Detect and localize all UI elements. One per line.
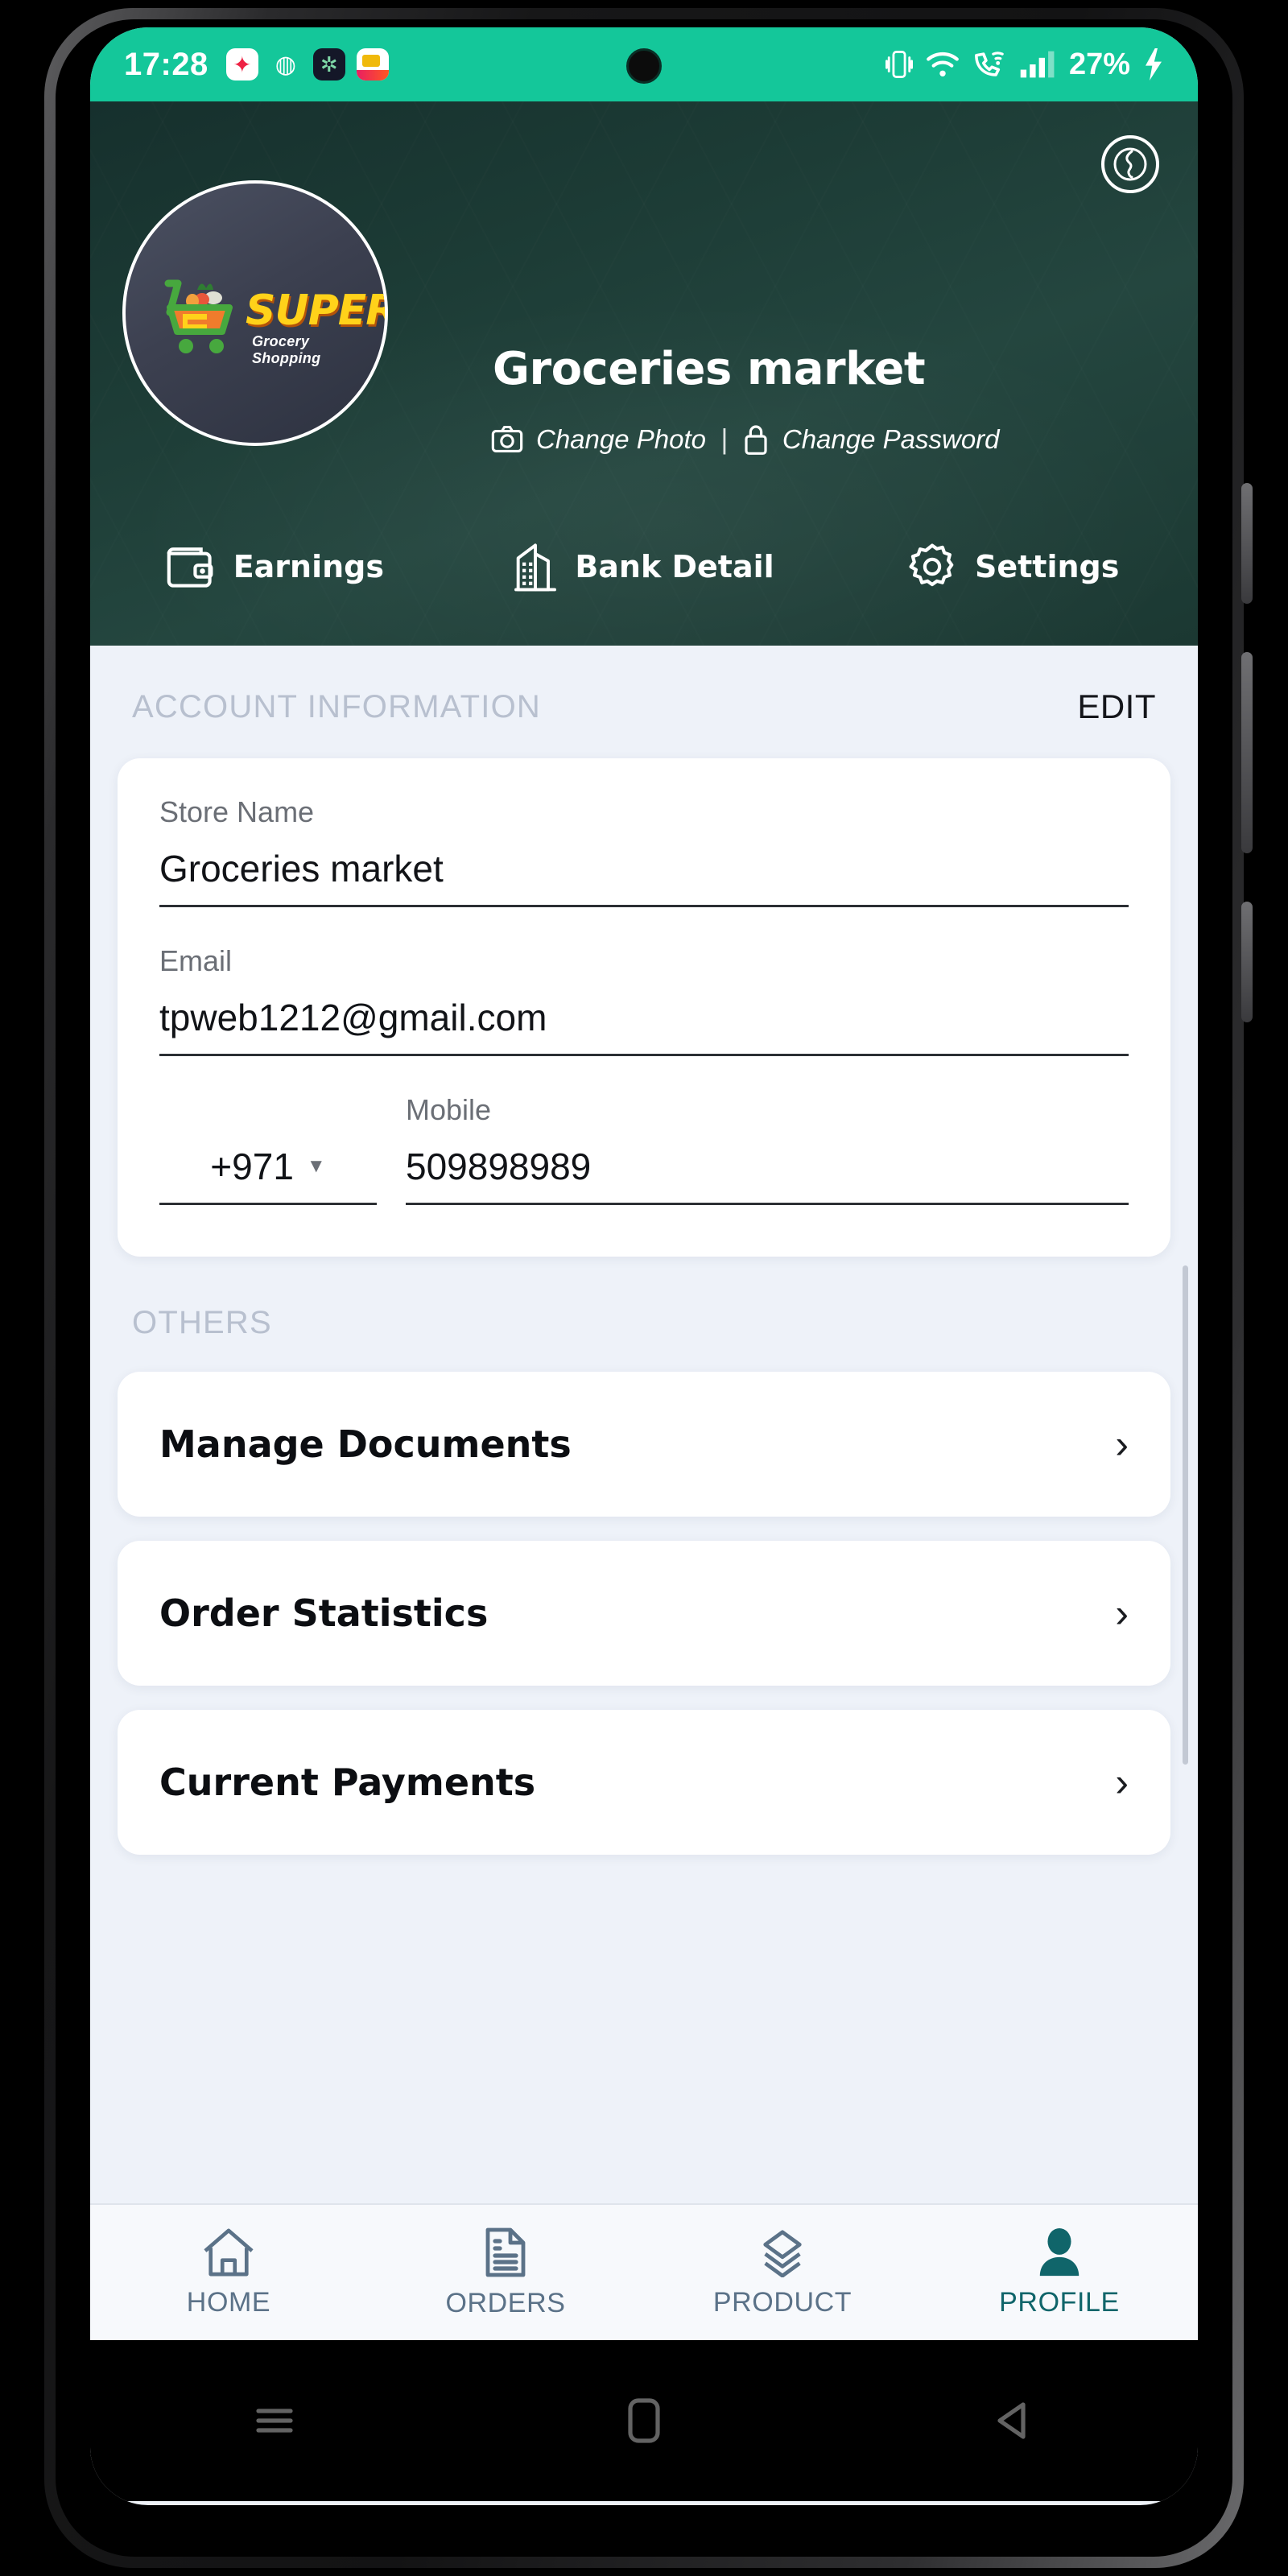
back-triangle-icon	[997, 2402, 1026, 2439]
logo-tagline: Grocery Shopping	[252, 333, 321, 366]
email-field: Email tpweb1212@gmail.com	[159, 944, 1129, 1056]
shopping-cart-icon	[164, 279, 233, 353]
earnings-button[interactable]: Earnings	[90, 543, 460, 590]
sale-app-icon	[356, 48, 389, 80]
chevron-right-icon: ›	[1115, 1591, 1129, 1636]
country-code-value: +971	[210, 1146, 294, 1187]
chevron-down-icon: ▼	[306, 1155, 326, 1177]
mobile-field: Mobile 509898989	[406, 1093, 1129, 1205]
android-navigation-bar	[90, 2340, 1198, 2501]
bottom-navigation: HOME ORDERS PRODUCT PROFILE	[90, 2203, 1198, 2340]
chevron-right-icon: ›	[1115, 1422, 1129, 1467]
home-square-icon	[628, 2398, 660, 2443]
scrollbar-thumb[interactable]	[1183, 1265, 1188, 1765]
mobile-label: Mobile	[406, 1093, 492, 1126]
edit-button[interactable]: EDIT	[1077, 687, 1156, 726]
store-name-label: Store Name	[159, 795, 315, 828]
change-password-label: Change Password	[782, 424, 1000, 454]
nav-item-profile[interactable]: PROFILE	[921, 2227, 1198, 2318]
wallet-icon	[167, 547, 213, 588]
account-information-card: Store Name Groceries market Email tpweb1…	[118, 758, 1170, 1257]
chevron-right-icon: ›	[1115, 1760, 1129, 1805]
recents-icon	[256, 2409, 293, 2433]
mobile-row: +971 ▼ Mobile 509898989	[159, 1093, 1129, 1205]
current-payments-label: Current Payments	[159, 1761, 536, 1804]
phone-screen: 17:28 ✦ ◍ ✲ 27% SUPER Grocery Shopping G…	[90, 27, 1198, 2505]
status-time: 17:28	[124, 46, 208, 82]
header-action-row: Earnings Bank Detail Settings	[90, 541, 1198, 592]
logo-wordmark: SUPER	[246, 287, 388, 335]
earnings-label: Earnings	[233, 549, 384, 584]
nav-item-home[interactable]: HOME	[90, 2227, 367, 2318]
settings-label: Settings	[974, 549, 1120, 584]
profile-content-scroll[interactable]: ACCOUNT INFORMATION EDIT Store Name Groc…	[90, 646, 1198, 2203]
charging-bolt-icon	[1146, 48, 1162, 80]
change-password-button[interactable]: Change Password	[742, 423, 1000, 456]
change-photo-button[interactable]: Change Photo	[491, 424, 706, 455]
header-links: Change Photo | Change Password	[491, 423, 1000, 456]
dark-app-icon	[312, 48, 345, 80]
country-code-select[interactable]: +971 ▼	[159, 1145, 377, 1205]
profile-header: SUPER Grocery Shopping Groceries market …	[90, 101, 1198, 646]
nav-label-profile: PROFILE	[999, 2286, 1120, 2318]
settings-button[interactable]: Settings	[828, 542, 1198, 592]
mobile-input[interactable]: 509898989	[406, 1145, 1129, 1205]
order-statistics-row[interactable]: Order Statistics ›	[118, 1541, 1170, 1686]
status-tray-icons	[225, 48, 389, 80]
nav-label-home: HOME	[186, 2286, 271, 2318]
home-icon	[204, 2228, 254, 2276]
current-payments-row[interactable]: Current Payments ›	[118, 1710, 1170, 1855]
bank-detail-button[interactable]: Bank Detail	[460, 541, 829, 592]
store-name-input[interactable]: Groceries market	[159, 847, 1129, 907]
nav-item-orders[interactable]: ORDERS	[367, 2227, 644, 2319]
volume-up-button[interactable]	[1241, 652, 1253, 853]
wifi-calling-icon	[975, 52, 1004, 76]
email-label: Email	[159, 944, 233, 977]
store-name-field: Store Name Groceries market	[159, 795, 1129, 907]
back-button[interactable]	[828, 2401, 1198, 2441]
home-button[interactable]	[460, 2397, 829, 2444]
layers-icon	[763, 2229, 802, 2277]
gear-icon	[909, 543, 954, 587]
wifi-icon	[927, 52, 959, 77]
building-icon	[514, 543, 557, 592]
scrollbar-track[interactable]	[1183, 654, 1193, 2191]
manage-documents-row[interactable]: Manage Documents ›	[118, 1372, 1170, 1517]
nav-item-product[interactable]: PRODUCT	[644, 2227, 921, 2318]
status-bar: 17:28 ✦ ◍ ✲ 27%	[90, 27, 1198, 101]
camera-icon	[491, 426, 523, 452]
battery-percentage: 27%	[1068, 47, 1130, 81]
avatar[interactable]: SUPER Grocery Shopping	[122, 180, 388, 446]
photos-app-icon	[225, 48, 258, 80]
status-right-icons: 27%	[885, 47, 1164, 82]
nav-label-orders: ORDERS	[445, 2287, 566, 2318]
others-section-header: OTHERS	[90, 1257, 1198, 1372]
order-statistics-label: Order Statistics	[159, 1591, 489, 1635]
account-section-title: ACCOUNT INFORMATION	[132, 688, 541, 724]
store-logo: SUPER Grocery Shopping	[151, 253, 385, 374]
globe-icon[interactable]	[1101, 135, 1159, 193]
signal-bars-icon	[1020, 51, 1055, 78]
account-section-header: ACCOUNT INFORMATION EDIT	[90, 646, 1198, 758]
vibrate-icon	[885, 51, 913, 78]
manage-documents-label: Manage Documents	[159, 1422, 572, 1466]
store-name-title: Groceries market	[493, 343, 926, 395]
email-input[interactable]: tpweb1212@gmail.com	[159, 996, 1129, 1056]
location-icon	[270, 48, 302, 80]
front-camera-punch-hole	[626, 48, 662, 84]
person-icon	[1039, 2227, 1080, 2276]
lock-icon	[745, 425, 767, 455]
nav-label-product: PRODUCT	[712, 2286, 852, 2318]
power-button[interactable]	[1241, 483, 1253, 604]
recents-button[interactable]	[90, 2403, 460, 2438]
link-separator: |	[720, 423, 728, 455]
bank-detail-label: Bank Detail	[575, 549, 774, 584]
others-section-title: OTHERS	[132, 1305, 272, 1340]
document-icon	[485, 2227, 526, 2277]
change-photo-label: Change Photo	[536, 424, 707, 454]
volume-down-button[interactable]	[1241, 902, 1253, 1022]
